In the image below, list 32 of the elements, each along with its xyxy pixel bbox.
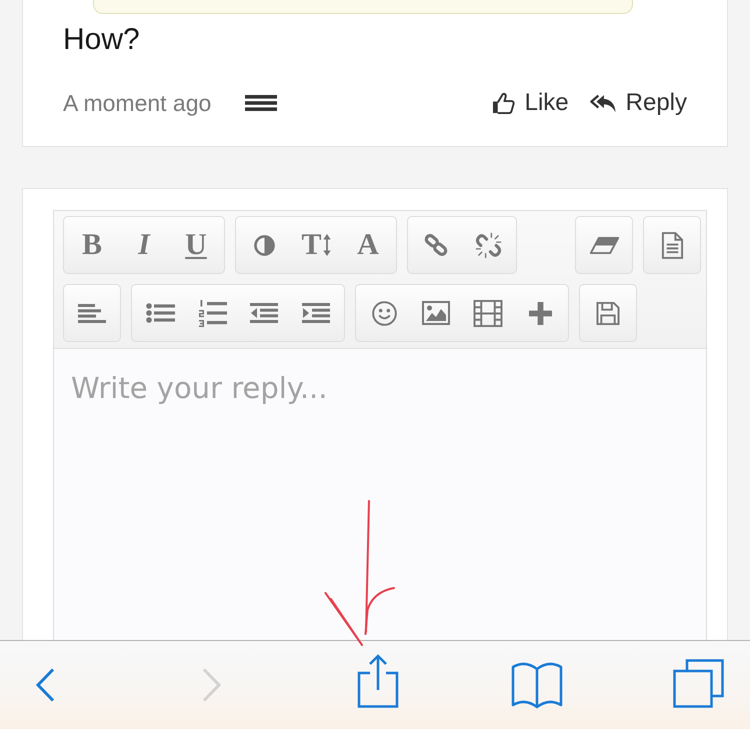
plus-icon (528, 302, 552, 324)
like-button[interactable]: Like (492, 88, 569, 118)
reply-all-icon (590, 94, 616, 112)
up-down-arrow-icon (322, 234, 330, 256)
font-button[interactable]: A (342, 217, 394, 273)
link-icon (423, 232, 449, 258)
thumbs-up-icon (492, 92, 515, 114)
indent-icon (302, 303, 330, 323)
contrast-icon (254, 234, 274, 256)
outdent-icon (250, 303, 278, 323)
eraser-icon (588, 236, 620, 254)
reply-field[interactable]: Write your reply... (53, 349, 707, 640)
reply-button[interactable]: Reply (590, 88, 687, 118)
document-icon (660, 232, 684, 258)
smiley-icon (372, 300, 396, 326)
menu-icon[interactable] (245, 95, 278, 111)
underline-button[interactable]: U (170, 217, 222, 273)
comment-timestamp: A moment ago (63, 89, 212, 118)
align-left-icon (78, 304, 106, 322)
open-book-icon[interactable] (511, 661, 563, 709)
film-icon (473, 300, 503, 326)
chevron-left-icon[interactable] (35, 668, 55, 702)
broken-link-icon (474, 232, 502, 258)
text-size-button[interactable]: T (290, 217, 342, 273)
bold-button[interactable]: B (66, 217, 118, 273)
overlapping-squares-icon[interactable] (673, 658, 724, 708)
italic-button[interactable]: I (118, 217, 170, 273)
comment-text: How? (63, 22, 141, 58)
share-icon[interactable] (357, 654, 399, 708)
numbered-list-icon (198, 300, 226, 326)
bulleted-list-icon (146, 303, 174, 323)
image-icon (422, 301, 450, 325)
